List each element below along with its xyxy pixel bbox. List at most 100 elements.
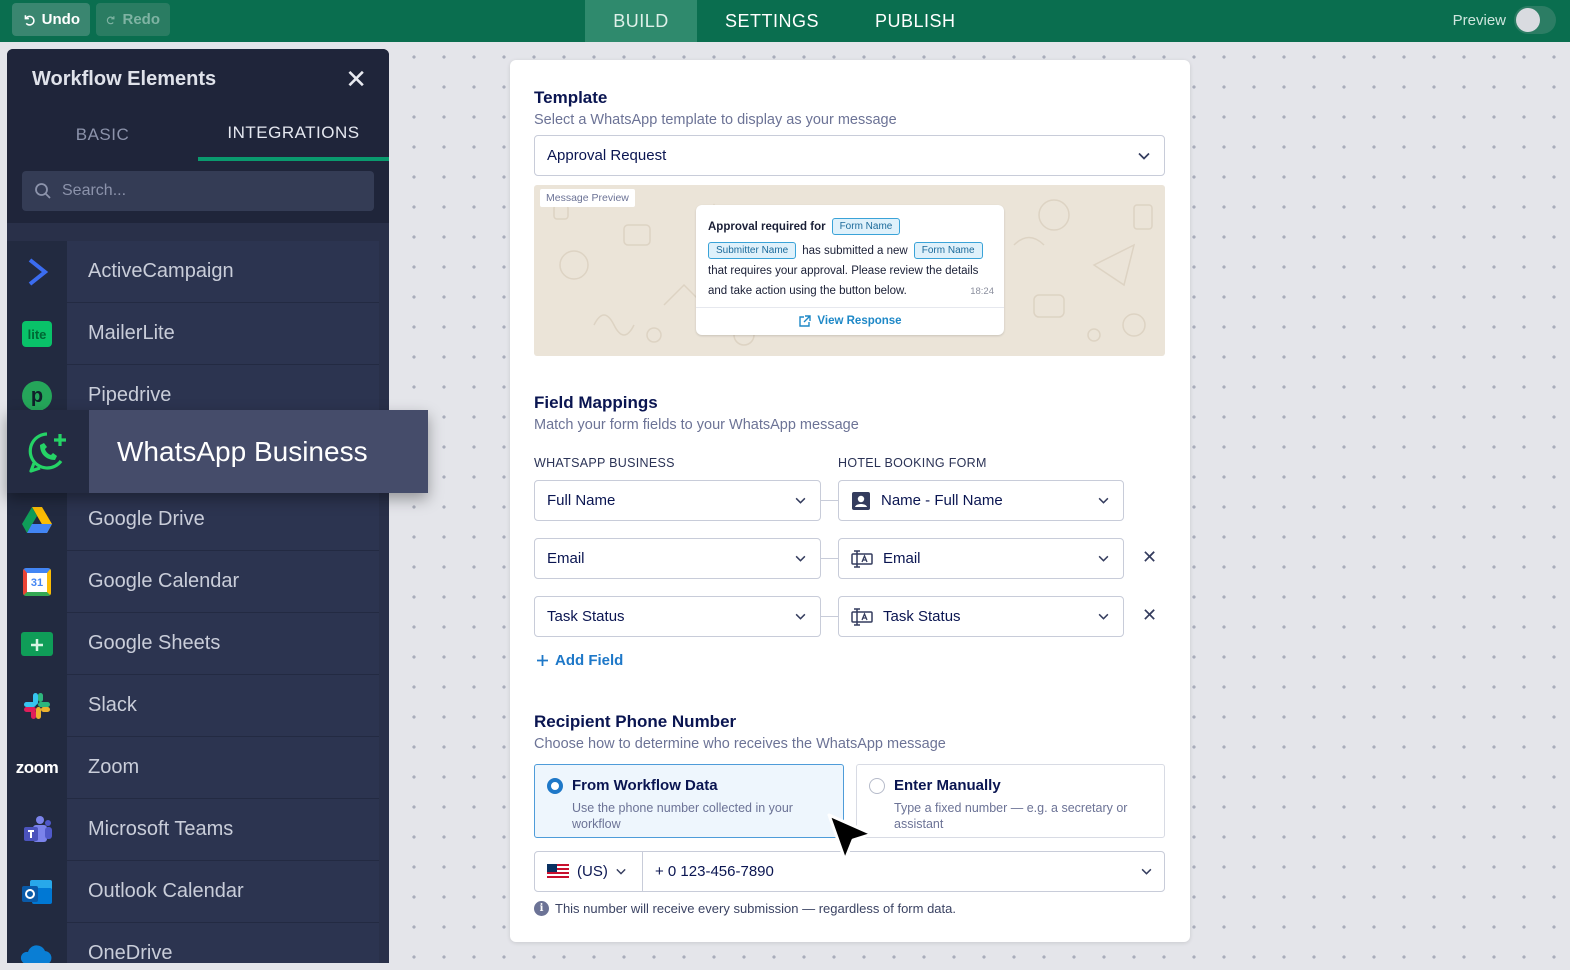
main-tabs: BUILD SETTINGS PUBLISH [585,0,984,42]
pipedrive-icon: p [22,381,52,411]
form-name-chip: Form Name [913,242,983,259]
sidebar-item-label: Google Calendar [67,551,379,613]
whatsapp-field-select[interactable]: Task Status [534,596,821,637]
mouse-cursor-icon [827,813,874,862]
chevron-down-icon [1098,555,1109,562]
sidebar-item-mailerlite[interactable]: lite MailerLite [7,303,389,365]
option-from-workflow-data[interactable]: From Workflow Data Use the phone number … [534,764,844,838]
sidebar-header: Workflow Elements ✕ [7,49,389,109]
info-icon: i [534,901,549,916]
chevron-down-icon [1098,613,1109,620]
redo-button[interactable]: Redo [96,3,170,36]
field-mappings-subtitle: Match your form fields to your WhatsApp … [534,417,859,433]
whatsapp-field-select[interactable]: Email [534,538,821,579]
sidebar-item-onedrive[interactable]: OneDrive [7,923,389,963]
submitter-name-chip: Submitter Name [708,242,797,259]
form-field-select[interactable]: Email [838,538,1124,579]
form-column-header: HOTEL BOOKING FORM [838,456,987,470]
undo-label: Undo [41,11,80,28]
sidebar-item-google-drive[interactable]: Google Drive [7,489,389,551]
remove-mapping-icon[interactable]: ✕ [1142,605,1157,626]
chevron-down-icon [1098,497,1109,504]
outlook-calendar-icon [22,880,52,904]
microsoft-teams-icon [24,816,52,842]
sidebar-item-slack[interactable]: Slack [7,675,389,737]
option-enter-manually[interactable]: Enter Manually Type a fixed number — e.g… [856,764,1165,838]
workflow-elements-sidebar: Workflow Elements ✕ BASIC INTEGRATIONS A… [7,49,389,963]
chevron-down-icon [616,868,626,875]
message-preview-tag: Message Preview [540,189,635,207]
whatsapp-field-select[interactable]: Full Name [534,480,821,521]
preview-control: Preview [1453,6,1556,34]
sidebar-item-label: Google Sheets [67,613,379,675]
redo-label: Redo [122,11,161,28]
preview-line-2: Submitter Name has submitted a new Form … [708,242,983,259]
phone-hint: i This number will receive every submiss… [534,901,956,916]
chevron-down-icon [1138,152,1150,160]
tab-settings[interactable]: SETTINGS [697,0,847,42]
slack-icon [24,693,50,719]
sidebar-item-label: Google Drive [67,489,379,551]
mailerlite-icon: lite [22,321,52,347]
preview-toggle[interactable] [1514,6,1556,34]
sidebar-search [22,171,374,211]
sidebar-tabs: BASIC INTEGRATIONS [7,109,389,161]
undo-button[interactable]: Undo [12,3,90,36]
form-field-select[interactable]: Name - Full Name [838,480,1124,521]
tab-publish[interactable]: PUBLISH [847,0,984,42]
sidebar-item-zoom[interactable]: zoom Zoom [7,737,389,799]
recipient-title: Recipient Phone Number [534,712,737,731]
template-subtitle: Select a WhatsApp template to display as… [534,112,897,128]
form-field-select[interactable]: Task Status [838,596,1124,637]
recipient-subtitle: Choose how to determine who receives the… [534,736,946,752]
sidebar-item-label: Outlook Calendar [67,861,379,923]
remove-mapping-icon[interactable]: ✕ [1142,547,1157,568]
add-field-button[interactable]: Add Field [536,652,623,669]
sidebar-item-activecampaign[interactable]: ActiveCampaign [7,241,389,303]
tab-build[interactable]: BUILD [585,0,697,42]
zoom-icon: zoom [15,758,59,777]
sidebar-item-label: Slack [67,675,379,737]
plus-icon [537,655,548,666]
tab-integrations[interactable]: INTEGRATIONS [198,109,389,161]
sidebar-item-microsoft-teams[interactable]: Microsoft Teams [7,799,389,861]
whatsapp-column-header: WHATSAPP BUSINESS [534,456,675,470]
template-select[interactable]: Approval Request [534,135,1165,176]
template-select-value: Approval Request [547,147,667,164]
search-input[interactable] [62,182,342,200]
integration-list: ActiveCampaign lite MailerLite p Pipedri… [7,223,389,963]
message-time: 18:24 [970,286,994,297]
text-field-icon [851,607,873,626]
search-icon [35,183,51,199]
sidebar-item-outlook-calendar[interactable]: Outlook Calendar [7,861,389,923]
view-response-link[interactable]: View Response [696,311,1004,331]
tab-basic[interactable]: BASIC [7,109,198,161]
close-icon[interactable]: ✕ [345,66,367,92]
external-link-icon [799,314,812,327]
redo-icon [106,16,115,25]
contact-card-icon [852,491,870,510]
radio-unselected[interactable] [869,778,885,794]
sidebar-item-label: ActiveCampaign [67,241,379,303]
sidebar-title: Workflow Elements [32,67,217,90]
preview-label: Preview [1452,11,1506,29]
text-field-icon [851,549,873,568]
sidebar-item-google-sheets[interactable]: Google Sheets [7,613,389,675]
phone-number-input[interactable]: + 0 123-456-7890 [643,852,1164,891]
chevron-down-icon [795,497,806,504]
radio-selected[interactable] [547,778,563,794]
sidebar-item-google-calendar[interactable]: 31 Google Calendar [7,551,389,613]
us-flag-icon [547,864,569,879]
sidebar-item-label: MailerLite [67,303,379,365]
preview-line-4: and take action using the button below. [708,285,907,297]
template-title: Template [534,88,608,107]
dragging-whatsapp-business[interactable]: WhatsApp Business [7,410,428,493]
dragging-item-label: WhatsApp Business [89,410,428,493]
preview-line-3: that requires your approval. Please revi… [708,265,979,277]
country-code-select[interactable]: (US) [535,852,643,891]
chevron-down-icon [795,613,806,620]
form-name-chip: Form Name [831,218,901,235]
sidebar-item-label: Microsoft Teams [67,799,379,861]
top-bar: Undo Redo BUILD SETTINGS PUBLISH Preview [0,0,1570,42]
field-mappings-title: Field Mappings [534,393,658,412]
